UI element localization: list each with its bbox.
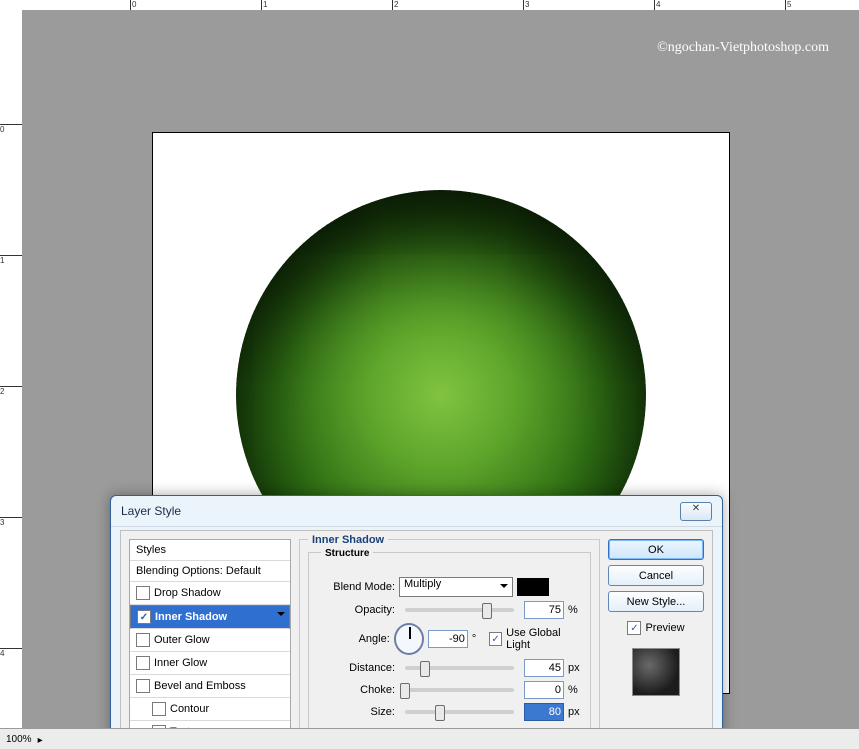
- blend-mode-label: Blend Mode:: [317, 581, 395, 593]
- preview-row: ✓ Preview: [627, 621, 684, 635]
- size-slider[interactable]: [405, 710, 514, 714]
- ruler-v-tick: 1: [0, 255, 22, 265]
- ruler-h-tick: 4: [654, 0, 660, 10]
- style-label: Drop Shadow: [154, 587, 221, 599]
- checkbox-icon[interactable]: [136, 586, 150, 600]
- checkbox-icon[interactable]: [136, 679, 150, 693]
- zoom-level[interactable]: 100%: [6, 734, 32, 745]
- dialog-buttons: OK Cancel New Style... ✓ Preview: [608, 539, 704, 733]
- ok-button[interactable]: OK: [608, 539, 704, 560]
- angle-label: Angle:: [317, 633, 390, 645]
- global-light-label: Use Global Light: [506, 627, 582, 651]
- style-inner-glow[interactable]: Inner Glow: [130, 652, 290, 675]
- opacity-label: Opacity:: [317, 604, 395, 616]
- blend-mode-row: Blend Mode: Multiply: [317, 577, 582, 597]
- watermark: ©ngochan-Vietphotoshop.com: [657, 40, 829, 56]
- titlebar[interactable]: Layer Style ✕: [111, 496, 722, 527]
- group-title: Inner Shadow: [308, 534, 388, 546]
- blend-mode-select[interactable]: Multiply: [399, 577, 513, 597]
- ruler-v-tick: 0: [0, 124, 22, 134]
- new-style-button[interactable]: New Style...: [608, 591, 704, 612]
- distance-unit: px: [568, 662, 582, 674]
- preview-label: Preview: [645, 622, 684, 634]
- style-label: Outer Glow: [154, 634, 210, 646]
- ruler-v-tick: 2: [0, 386, 22, 396]
- ruler-h-tick: 5: [785, 0, 791, 10]
- style-contour[interactable]: Contour: [130, 698, 290, 721]
- opacity-unit: %: [568, 604, 582, 616]
- size-input[interactable]: [524, 703, 564, 721]
- style-list: Styles Blending Options: Default Drop Sh…: [129, 539, 291, 733]
- layer-style-dialog[interactable]: Layer Style ✕ Styles Blending Options: D…: [110, 495, 723, 742]
- angle-dial[interactable]: [394, 623, 424, 655]
- ruler-h-tick: 2: [392, 0, 398, 10]
- size-row: Size: px: [317, 703, 582, 721]
- style-drop-shadow[interactable]: Drop Shadow: [130, 582, 290, 605]
- checkbox-checked-icon[interactable]: ✓: [137, 610, 151, 624]
- distance-input[interactable]: [524, 659, 564, 677]
- style-bevel-emboss[interactable]: Bevel and Emboss: [130, 675, 290, 698]
- choke-row: Choke: %: [317, 681, 582, 699]
- ruler-v-tick: 4: [0, 648, 22, 658]
- style-list-blending[interactable]: Blending Options: Default: [130, 561, 290, 582]
- choke-unit: %: [568, 684, 582, 696]
- angle-row: Angle: ° ✓ Use Global Light: [317, 623, 582, 655]
- style-label: Inner Glow: [154, 657, 207, 669]
- opacity-slider[interactable]: [405, 608, 514, 612]
- distance-row: Distance: px: [317, 659, 582, 677]
- choke-slider[interactable]: [405, 688, 514, 692]
- status-chevron-icon[interactable]: ▸: [38, 735, 46, 743]
- ruler-h-tick: 3: [523, 0, 529, 10]
- style-inner-shadow[interactable]: ✓ Inner Shadow: [130, 605, 290, 629]
- checkbox-icon[interactable]: [152, 702, 166, 716]
- settings-pane: Inner Shadow Structure Blend Mode: Multi…: [299, 539, 600, 733]
- checkbox-icon[interactable]: [136, 633, 150, 647]
- choke-label: Choke:: [317, 684, 395, 696]
- workspace: 0 1 2 3 4 5 0 1 2 3 4 ©ngochan-Vietphoto…: [0, 0, 859, 749]
- status-bar: 100% ▸: [0, 728, 859, 749]
- ruler-h-tick: 0: [130, 0, 136, 10]
- choke-input[interactable]: [524, 681, 564, 699]
- size-unit: px: [568, 706, 582, 718]
- close-button[interactable]: ✕: [680, 502, 712, 521]
- opacity-input[interactable]: [524, 601, 564, 619]
- ruler-v-tick: 3: [0, 517, 22, 527]
- cancel-button[interactable]: Cancel: [608, 565, 704, 586]
- size-label: Size:: [317, 706, 395, 718]
- angle-unit: °: [472, 633, 485, 645]
- checkbox-icon[interactable]: [136, 656, 150, 670]
- opacity-row: Opacity: %: [317, 601, 582, 619]
- style-label: Inner Shadow: [155, 611, 227, 623]
- angle-input[interactable]: [428, 630, 468, 648]
- preview-checkbox[interactable]: ✓: [627, 621, 641, 635]
- structure-group: Structure Blend Mode: Multiply Opacity: …: [308, 552, 591, 730]
- style-label: Contour: [170, 703, 209, 715]
- style-outer-glow[interactable]: Outer Glow: [130, 629, 290, 652]
- preview-swatch: [632, 648, 680, 696]
- structure-legend: Structure: [321, 548, 373, 559]
- distance-slider[interactable]: [405, 666, 514, 670]
- dialog-title: Layer Style: [121, 504, 181, 518]
- style-label: Bevel and Emboss: [154, 680, 246, 692]
- ruler-h-tick: 1: [261, 0, 267, 10]
- inner-shadow-group: Inner Shadow Structure Blend Mode: Multi…: [299, 539, 600, 749]
- shadow-color-swatch[interactable]: [517, 578, 549, 596]
- global-light-checkbox[interactable]: ✓: [489, 632, 502, 646]
- distance-label: Distance:: [317, 662, 395, 674]
- style-list-styles[interactable]: Styles: [130, 540, 290, 561]
- ruler-vertical: 0 1 2 3 4: [0, 10, 23, 729]
- dialog-body: Styles Blending Options: Default Drop Sh…: [120, 530, 713, 741]
